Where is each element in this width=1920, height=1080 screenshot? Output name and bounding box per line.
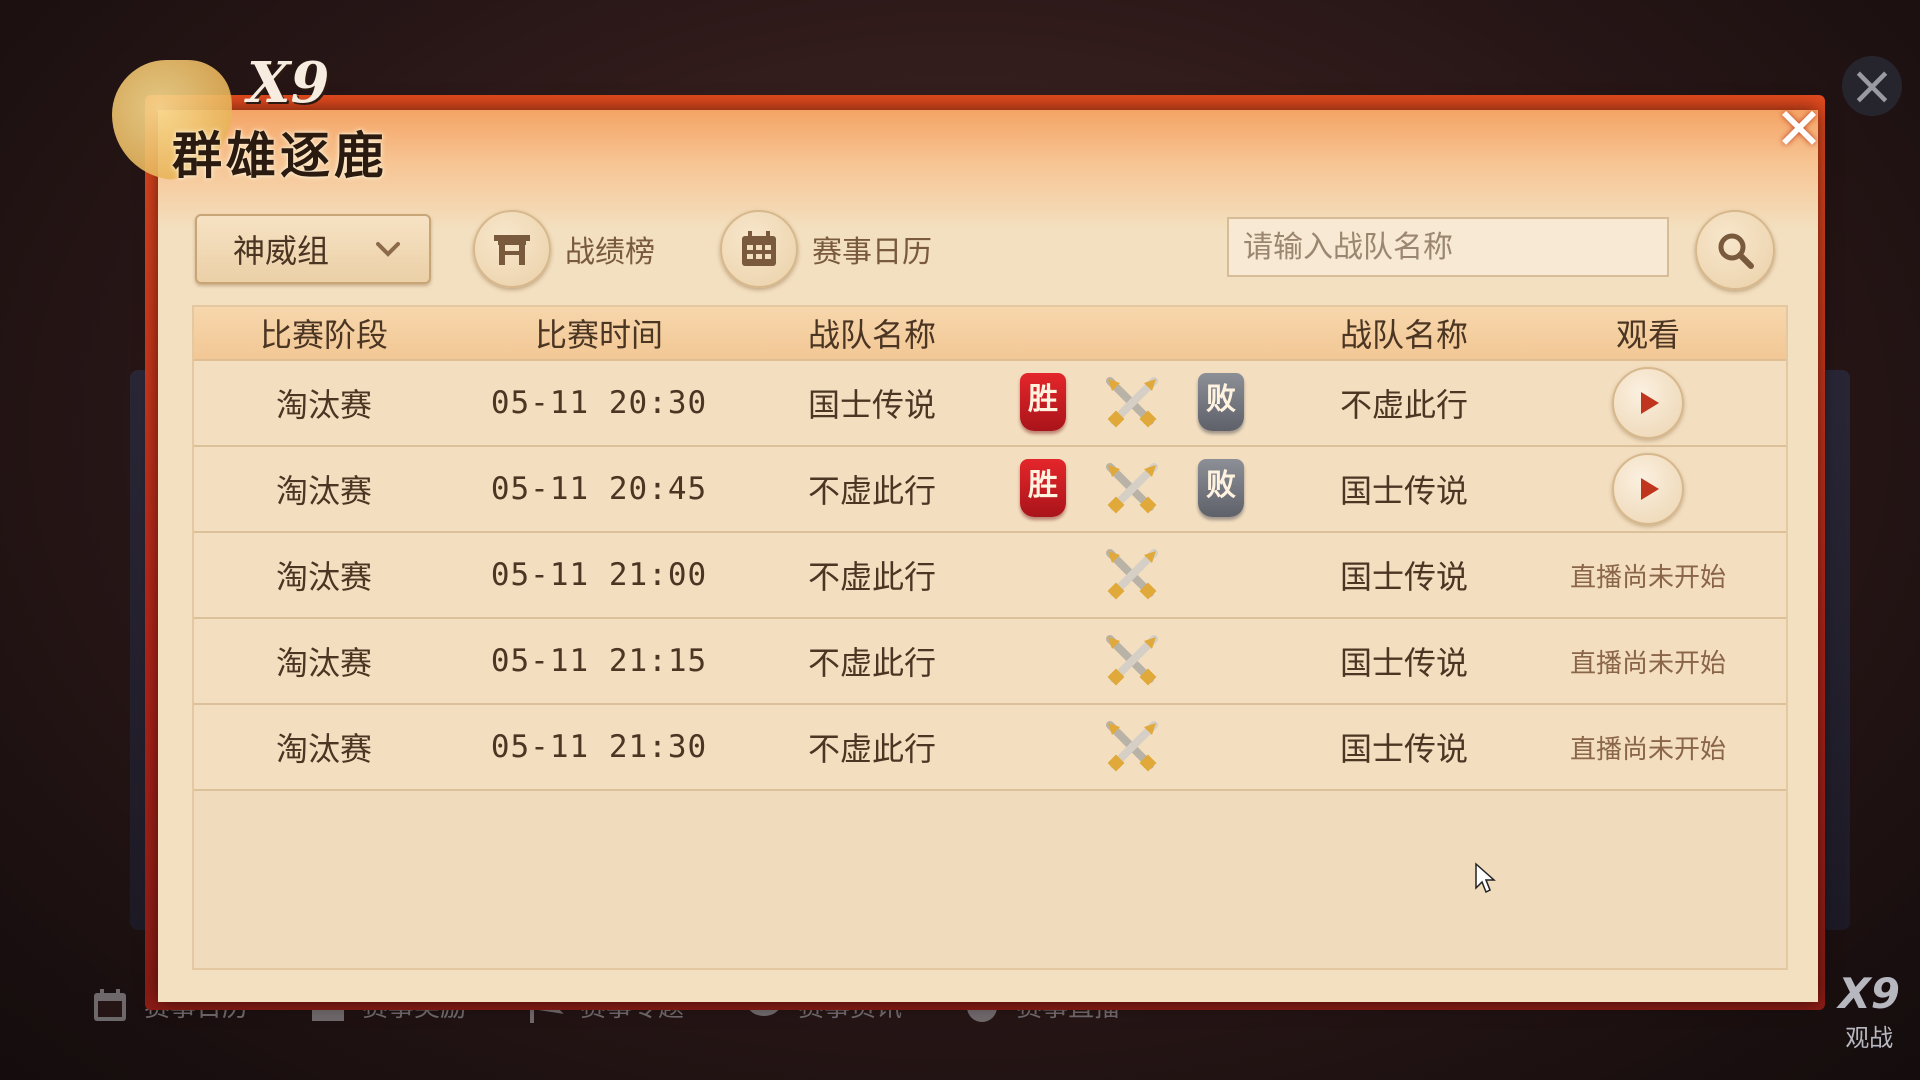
calendar-icon: [94, 989, 126, 1021]
play-icon: [1641, 478, 1659, 500]
close-button[interactable]: ✕: [1770, 100, 1828, 158]
team1-cell: 不虚此行: [807, 730, 936, 768]
team1-cell: 不虚此行: [807, 558, 936, 596]
play-button[interactable]: [1612, 453, 1684, 525]
group-select-value: 神威组: [233, 232, 330, 270]
toolbar: 神威组 战绩榜 赛事日历 请输入战队名称: [195, 210, 1775, 290]
search-icon: [1718, 233, 1754, 269]
stage-cell: 淘汰赛: [275, 472, 372, 510]
search-button[interactable]: [1695, 210, 1775, 290]
live-not-started-label: 直播尚未开始: [1569, 734, 1726, 765]
logo-mark: X9: [247, 50, 330, 116]
team2-cell: 国士传说: [1339, 472, 1468, 510]
lose-badge: 败: [1198, 373, 1244, 431]
time-cell: 05-11 21:30: [490, 729, 708, 765]
stage-cell: 淘汰赛: [275, 558, 372, 596]
watch-logo-mark: X9: [1838, 969, 1900, 1018]
win-badge: 胜: [1020, 459, 1066, 517]
time-cell: 05-11 21:15: [490, 643, 708, 679]
mouse-cursor-icon: [1475, 862, 1496, 894]
team1-cell: 不虚此行: [807, 472, 936, 510]
crossed-swords-icon: [1106, 463, 1158, 514]
time-cell: 05-11 21:00: [490, 557, 708, 593]
result-cell: [1000, 705, 1280, 789]
table-row: 淘汰赛 05-11 20:45 不虚此行 胜 败 国士传说: [194, 447, 1786, 533]
result-cell: [1000, 619, 1280, 703]
team1-cell: 国士传说: [807, 386, 936, 424]
group-select[interactable]: 神威组: [195, 214, 431, 284]
watch-logo-label: 观战: [1845, 1024, 1894, 1052]
crossed-swords-icon: [1106, 377, 1158, 428]
watch-cell: [1528, 453, 1768, 525]
header-team2: 战队名称: [1339, 316, 1468, 354]
play-icon: [1641, 392, 1659, 414]
header-time: 比赛时间: [534, 316, 663, 354]
play-button[interactable]: [1612, 367, 1684, 439]
header-stage: 比赛阶段: [259, 316, 388, 354]
result-cell: 胜 败: [1000, 361, 1280, 445]
team-search-input[interactable]: [1227, 217, 1669, 277]
team1-cell: 不虚此行: [807, 644, 936, 682]
calendar-label: 赛事日历: [812, 235, 932, 270]
close-icon: ✕: [1774, 95, 1824, 163]
table-row: 淘汰赛 05-11 21:00 不虚此行 国士传说 直播尚未开始: [194, 533, 1786, 619]
time-cell: 05-11 20:45: [490, 471, 708, 507]
ranking-label: 战绩榜: [565, 235, 655, 270]
watch-logo[interactable]: X9 观战: [1838, 972, 1900, 1060]
table-header: 比赛阶段 比赛时间 战队名称 战队名称 观看: [194, 307, 1786, 361]
live-not-started-label: 直播尚未开始: [1569, 648, 1726, 679]
win-badge: 胜: [1020, 373, 1066, 431]
table-row: 淘汰赛 05-11 21:15 不虚此行 国士传说 直播尚未开始: [194, 619, 1786, 705]
calendar-icon-circle: [720, 210, 798, 288]
stage-cell: 淘汰赛: [275, 644, 372, 682]
watch-cell: [1528, 367, 1768, 439]
event-title: 群雄逐鹿: [172, 126, 388, 185]
background-close-icon: ×: [1842, 56, 1902, 116]
team2-cell: 国士传说: [1339, 730, 1468, 768]
calendar-icon: [742, 231, 776, 266]
match-schedule-table: 比赛阶段 比赛时间 战队名称 战队名称 观看 淘汰赛 05-11 20:30 国…: [192, 305, 1788, 970]
header-team1: 战队名称: [807, 316, 936, 354]
crossed-swords-icon: [1106, 635, 1158, 686]
time-cell: 05-11 20:30: [490, 385, 708, 421]
stage-cell: 淘汰赛: [275, 386, 372, 424]
chevron-down-icon: [376, 242, 400, 257]
table-row: 淘汰赛 05-11 21:30 不虚此行 国士传说 直播尚未开始: [194, 705, 1786, 791]
calendar-button[interactable]: 赛事日历: [720, 210, 932, 288]
live-not-started-label: 直播尚未开始: [1569, 562, 1726, 593]
event-logo: X9 群雄逐鹿: [112, 50, 452, 200]
team2-cell: 不虚此行: [1339, 386, 1468, 424]
crossed-swords-icon: [1106, 549, 1158, 600]
team2-cell: 国士传说: [1339, 644, 1468, 682]
header-watch: 观看: [1615, 316, 1680, 354]
ranking-button[interactable]: 战绩榜: [473, 210, 655, 288]
ranking-icon-circle: [473, 210, 551, 288]
team2-cell: 国士传说: [1339, 558, 1468, 596]
gate-icon: [494, 235, 530, 265]
result-cell: 胜 败: [1000, 447, 1280, 531]
table-row: 淘汰赛 05-11 20:30 国士传说 胜 败 不虚此行: [194, 361, 1786, 447]
crossed-swords-icon: [1106, 721, 1158, 772]
stage-cell: 淘汰赛: [275, 730, 372, 768]
lose-badge: 败: [1198, 459, 1244, 517]
result-cell: [1000, 533, 1280, 617]
